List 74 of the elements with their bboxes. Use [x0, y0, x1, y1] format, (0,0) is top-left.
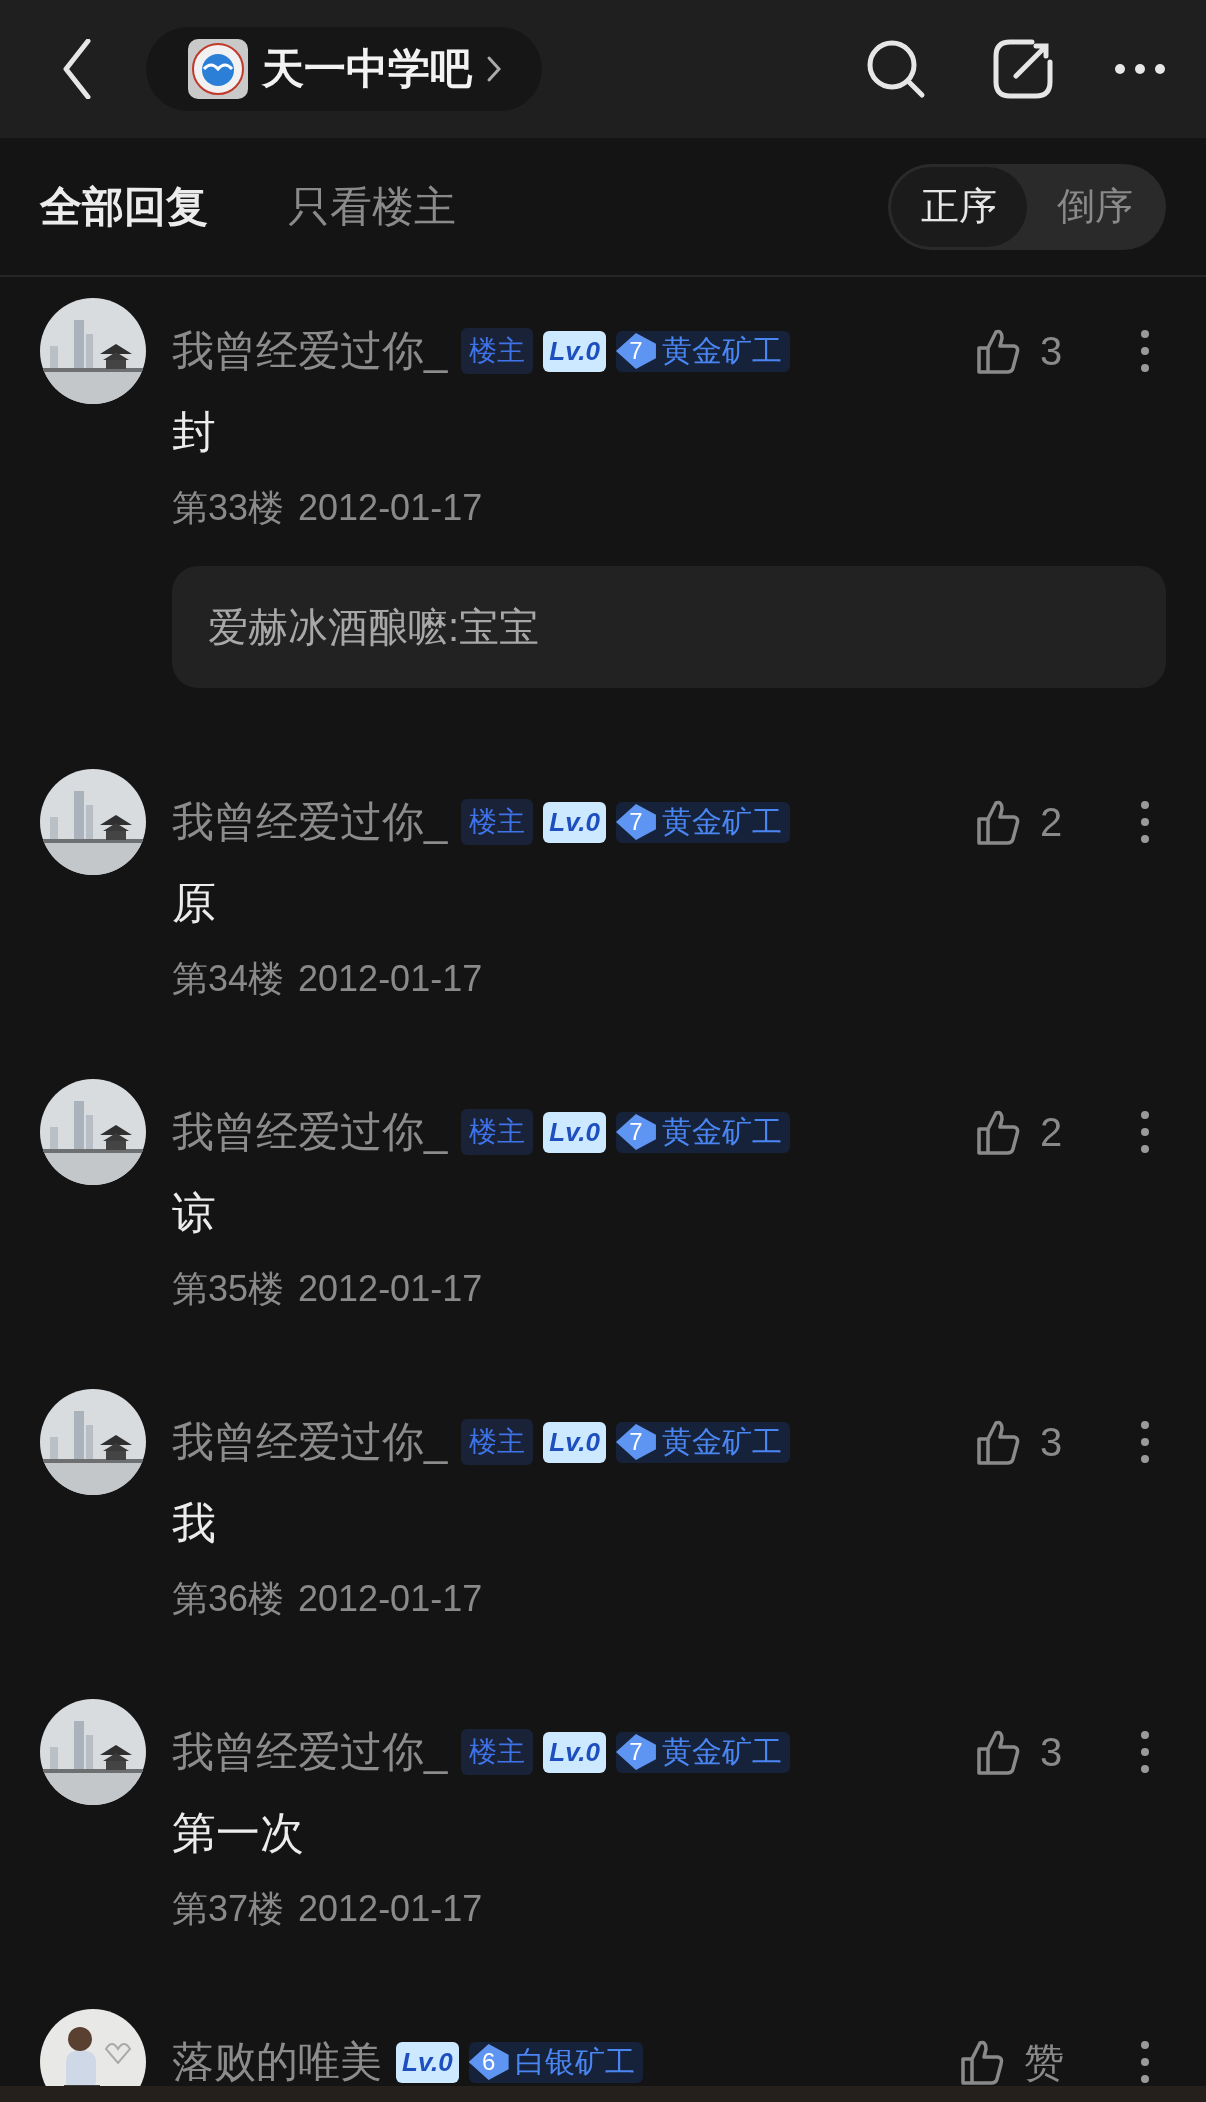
sort-option[interactable]: 正序 — [891, 166, 1027, 247]
like-count: 2 — [1040, 1109, 1064, 1155]
op-badge: 楼主 — [461, 1109, 534, 1155]
floor-number: 第34楼 — [172, 957, 285, 1001]
like-count: 3 — [1040, 1729, 1064, 1775]
like-count: 赞 — [1024, 2038, 1064, 2086]
more-icon[interactable] — [1140, 2040, 1150, 2084]
op-badge: 楼主 — [461, 1419, 534, 1465]
post-content: 封 — [172, 406, 217, 458]
more-icon[interactable] — [1140, 1110, 1150, 1154]
like-count: 2 — [1040, 799, 1064, 845]
chevron-icon — [486, 55, 502, 83]
rank-gem: 7 — [615, 804, 656, 840]
post-date: 2012-01-17 — [298, 1887, 483, 1931]
rank-gem: 6 — [468, 2044, 509, 2080]
rank-gem: 7 — [615, 1114, 656, 1150]
more-icon[interactable] — [1114, 62, 1166, 76]
post-date: 2012-01-17 — [298, 1267, 483, 1311]
floor-number: 第33楼 — [172, 486, 285, 530]
level-badge: Lv.0 — [543, 330, 606, 372]
author-name[interactable]: 落败的唯美 — [172, 2034, 382, 2090]
author-name[interactable]: 我曾经爱过你_ — [172, 1414, 448, 1470]
more-icon[interactable] — [1140, 800, 1150, 844]
post-content: 原 — [172, 877, 217, 929]
back-icon[interactable] — [62, 39, 92, 99]
level-badge: Lv.0 — [543, 801, 606, 843]
level-badge: Lv.0 — [543, 1111, 606, 1153]
reply-preview[interactable]: 爱赫冰酒酿嚒:宝宝 — [172, 566, 1166, 688]
rank-gem: 7 — [615, 1424, 656, 1460]
author-name[interactable]: 我曾经爱过你_ — [172, 1724, 448, 1780]
rank-gem: 7 — [615, 333, 656, 369]
like-count: 3 — [1040, 328, 1064, 374]
more-icon[interactable] — [1140, 1420, 1150, 1464]
filter-tab[interactable]: 全部回复 — [40, 178, 208, 235]
thumbs-up-icon[interactable] — [976, 799, 1020, 845]
post-date: 2012-01-17 — [298, 957, 483, 1001]
rank-title: 黄金矿工 — [661, 1113, 782, 1150]
post-content: 谅 — [172, 1187, 217, 1239]
edit-icon[interactable] — [992, 38, 1054, 100]
level-badge: Lv.0 — [543, 1421, 606, 1463]
rank-title: 黄金矿工 — [661, 1733, 782, 1770]
op-badge: 楼主 — [461, 328, 534, 374]
filter-tab[interactable]: 只看楼主 — [288, 178, 456, 235]
post-content: 我 — [172, 1497, 217, 1549]
thumbs-up-icon[interactable] — [976, 1419, 1020, 1465]
forum-chip[interactable]: 天一中学吧 — [146, 27, 542, 111]
rank-title: 白银矿工 — [514, 2043, 635, 2080]
sort-option[interactable]: 倒序 — [1027, 166, 1163, 247]
floor-number: 第35楼 — [172, 1267, 285, 1311]
like-count: 3 — [1040, 1419, 1064, 1465]
author-name[interactable]: 我曾经爱过你_ — [172, 323, 448, 379]
thumbs-up-icon[interactable] — [976, 1109, 1020, 1155]
post-date: 2012-01-17 — [298, 1577, 483, 1621]
more-icon[interactable] — [1140, 329, 1150, 373]
school-logo-icon — [188, 39, 248, 99]
op-badge: 楼主 — [461, 1729, 534, 1775]
rank-title: 黄金矿工 — [661, 1423, 782, 1460]
thumbs-up-icon[interactable] — [976, 328, 1020, 374]
floor-number: 第36楼 — [172, 1577, 285, 1621]
rank-title: 黄金矿工 — [661, 803, 782, 840]
level-badge: Lv.0 — [543, 1731, 606, 1773]
floor-number: 第37楼 — [172, 1887, 285, 1931]
thumbs-up-icon[interactable] — [960, 2039, 1004, 2085]
post-content: 第一次 — [172, 1807, 305, 1859]
rank-gem: 7 — [615, 1734, 656, 1770]
rank-title: 黄金矿工 — [661, 332, 782, 369]
op-badge: 楼主 — [461, 799, 534, 845]
level-badge: Lv.0 — [396, 2041, 459, 2083]
forum-name: 天一中学吧 — [262, 44, 472, 94]
post-date: 2012-01-17 — [298, 486, 483, 530]
author-name[interactable]: 我曾经爱过你_ — [172, 1104, 448, 1160]
author-name[interactable]: 我曾经爱过你_ — [172, 794, 448, 850]
more-icon[interactable] — [1140, 1730, 1150, 1774]
thumbs-up-icon[interactable] — [976, 1729, 1020, 1775]
